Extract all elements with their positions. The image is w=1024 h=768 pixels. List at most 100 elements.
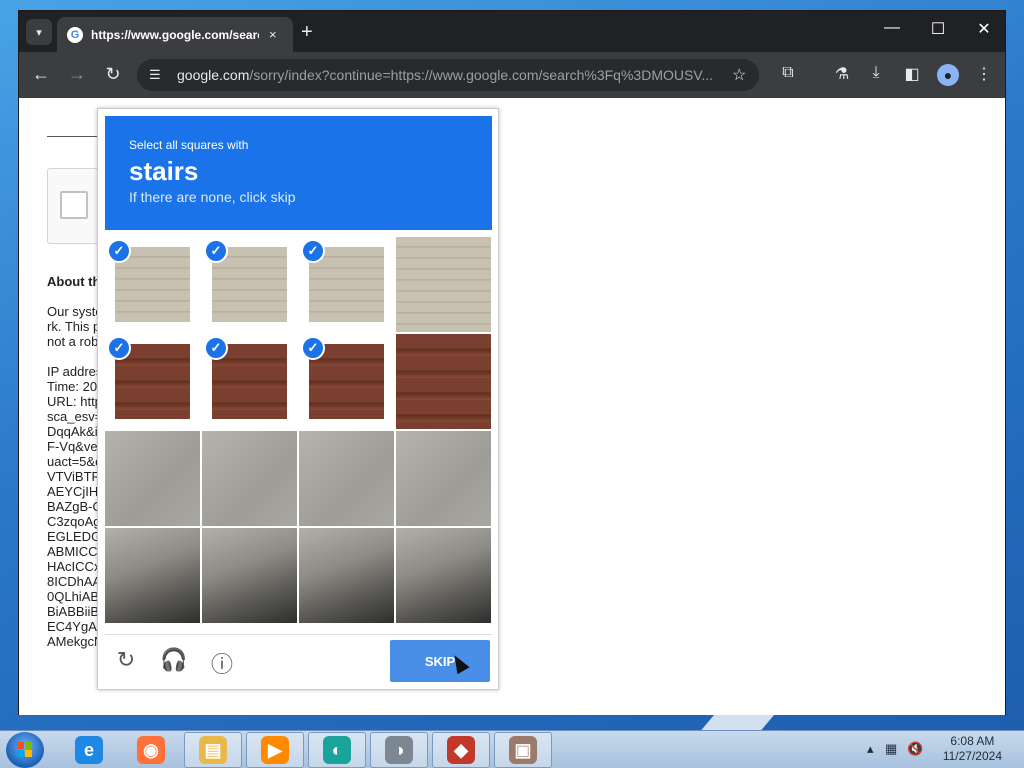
checkmark-icon: ✓ bbox=[301, 239, 325, 263]
captcha-tile[interactable] bbox=[299, 431, 394, 526]
new-tab-button[interactable]: + bbox=[301, 21, 313, 44]
firefox-icon: ◉ bbox=[137, 736, 165, 764]
captcha-tile[interactable] bbox=[105, 431, 200, 526]
checkmark-icon: ✓ bbox=[204, 336, 228, 360]
site-info-icon[interactable]: ☰ bbox=[149, 67, 167, 83]
about-heading: About th bbox=[47, 274, 101, 289]
side-panel-icon[interactable]: ◧ bbox=[901, 64, 923, 84]
audio-challenge-icon[interactable]: 🎧 bbox=[159, 647, 189, 673]
captcha-tile[interactable]: ✓ bbox=[299, 237, 394, 332]
taskbar-app-app-box[interactable]: ▣ bbox=[494, 732, 552, 768]
captcha-tile[interactable] bbox=[299, 528, 394, 623]
extensions-icon[interactable]: ⧉ bbox=[777, 64, 799, 82]
tile-image bbox=[396, 237, 491, 332]
info-line: AMekgcN bbox=[47, 634, 104, 649]
internet-explorer-icon: e bbox=[75, 736, 103, 764]
system-tray: ▴ ▦ 🔇 6:08 AM 11/27/2024 bbox=[859, 731, 1024, 768]
info-line: uact=5&c bbox=[47, 454, 102, 469]
captcha-tile[interactable] bbox=[202, 431, 297, 526]
about-paragraph: Our syste rk. This p not a rob bbox=[47, 304, 103, 349]
menu-dots-icon[interactable]: ⋮ bbox=[973, 64, 995, 84]
back-arrow-icon[interactable]: ← bbox=[29, 64, 53, 85]
request-info: IP addres Time: 20 URL: http sca_esv= Dq… bbox=[47, 364, 103, 649]
reload-icon[interactable]: ↻ bbox=[101, 64, 125, 85]
download-icon[interactable]: ⤓ bbox=[865, 64, 887, 82]
url-path: /sorry/index?continue=https://www.google… bbox=[249, 67, 714, 83]
captcha-tile[interactable]: ✓ bbox=[105, 334, 200, 429]
tile-image bbox=[202, 528, 297, 623]
google-favicon-icon: G bbox=[67, 26, 83, 43]
clock-date: 11/27/2024 bbox=[942, 749, 1002, 763]
tile-image bbox=[105, 431, 200, 526]
captcha-tile[interactable] bbox=[396, 431, 491, 526]
challenge-footer: ↻ 🎧 ⓘ SKIP bbox=[105, 634, 492, 684]
captcha-tile[interactable]: ✓ bbox=[202, 334, 297, 429]
taskbar-app-app-blocks[interactable]: ◆ bbox=[432, 732, 490, 768]
forward-arrow-icon[interactable]: → bbox=[65, 64, 89, 85]
captcha-tile[interactable] bbox=[105, 528, 200, 623]
info-line: F-Vq&ve bbox=[47, 439, 98, 454]
info-line: Time: 20 bbox=[47, 379, 98, 394]
info-line: DqqAk&i bbox=[47, 424, 98, 439]
recaptcha-checkbox[interactable] bbox=[60, 191, 88, 219]
labs-flask-icon[interactable]: ⚗ bbox=[831, 64, 853, 84]
network-icon[interactable]: ▦ bbox=[885, 741, 897, 757]
challenge-instruction: Select all squares with bbox=[129, 138, 249, 152]
checkmark-icon: ✓ bbox=[107, 239, 131, 263]
checkmark-icon: ✓ bbox=[107, 336, 131, 360]
taskbar-app-internet-explorer[interactable]: e bbox=[60, 732, 118, 768]
info-line: BAZgB-C bbox=[47, 499, 102, 514]
tray-expand-icon[interactable]: ▴ bbox=[867, 741, 874, 757]
challenge-keyword: stairs bbox=[129, 156, 199, 186]
captcha-tile[interactable]: ✓ bbox=[202, 237, 297, 332]
info-line: AEYCjIH bbox=[47, 484, 99, 499]
taskbar-app-firefox[interactable]: ◉ bbox=[122, 732, 180, 768]
bookmark-star-icon[interactable]: ☆ bbox=[732, 65, 746, 85]
tab-close-icon[interactable]: × bbox=[269, 27, 277, 42]
url-text: google.com/sorry/index?continue=https://… bbox=[177, 67, 722, 83]
tile-image bbox=[105, 528, 200, 623]
checkmark-icon: ✓ bbox=[301, 336, 325, 360]
address-bar[interactable]: ☰ google.com/sorry/index?continue=https:… bbox=[137, 59, 759, 91]
app-gray-icon: ◑ bbox=[385, 736, 413, 764]
profile-avatar-icon[interactable]: ● bbox=[937, 64, 959, 86]
volume-muted-icon[interactable]: 🔇 bbox=[907, 741, 923, 757]
reload-challenge-icon[interactable]: ↻ bbox=[111, 647, 141, 673]
tile-image bbox=[299, 528, 394, 623]
tab-title: https://www.google.com/search bbox=[91, 27, 259, 42]
close-window-button[interactable]: ✕ bbox=[969, 19, 999, 39]
captcha-tile[interactable] bbox=[396, 237, 491, 332]
recaptcha-challenge: Select all squares with stairs If there … bbox=[97, 108, 499, 690]
captcha-tile[interactable] bbox=[396, 528, 491, 623]
info-line: VTViBTR bbox=[47, 469, 101, 484]
tab-strip: ▾ G https://www.google.com/search × + — … bbox=[19, 11, 1005, 52]
captcha-tile[interactable]: ✓ bbox=[105, 237, 200, 332]
taskbar-clock[interactable]: 6:08 AM 11/27/2024 bbox=[943, 734, 1002, 764]
skip-button[interactable]: SKIP bbox=[390, 640, 490, 682]
info-line: BiABBiiB bbox=[47, 604, 100, 619]
info-icon[interactable]: ⓘ bbox=[207, 647, 237, 679]
taskbar-app-app-teal[interactable]: ◐ bbox=[308, 732, 366, 768]
taskbar: e ◉ ▤ ▶ ◐ ◑ ◆ ▣ ▴ ▦ 🔇 6:08 AM 11/27/2024 bbox=[0, 730, 1024, 768]
maximize-button[interactable]: ☐ bbox=[923, 19, 953, 39]
tab-search-button[interactable]: ▾ bbox=[26, 19, 52, 45]
taskbar-app-app-gray[interactable]: ◑ bbox=[370, 732, 428, 768]
checkmark-icon: ✓ bbox=[204, 239, 228, 263]
captcha-tile[interactable]: ✓ bbox=[299, 334, 394, 429]
info-line: 0QLhiAB bbox=[47, 589, 100, 604]
tab-active[interactable]: G https://www.google.com/search × bbox=[57, 17, 293, 52]
file-explorer-icon: ▤ bbox=[199, 736, 227, 764]
captcha-tile[interactable] bbox=[202, 528, 297, 623]
tile-image bbox=[396, 334, 491, 429]
minimize-button[interactable]: — bbox=[877, 19, 907, 37]
captcha-tile[interactable] bbox=[396, 334, 491, 429]
para-line: not a rob bbox=[47, 334, 99, 349]
tile-image bbox=[396, 528, 491, 623]
info-line: ABMICC bbox=[47, 544, 98, 559]
taskbar-app-media-player[interactable]: ▶ bbox=[246, 732, 304, 768]
tile-image bbox=[396, 431, 491, 526]
taskbar-app-file-explorer[interactable]: ▤ bbox=[184, 732, 242, 768]
para-line: Our syste bbox=[47, 304, 103, 319]
tile-image bbox=[202, 431, 297, 526]
start-button[interactable] bbox=[6, 732, 44, 768]
